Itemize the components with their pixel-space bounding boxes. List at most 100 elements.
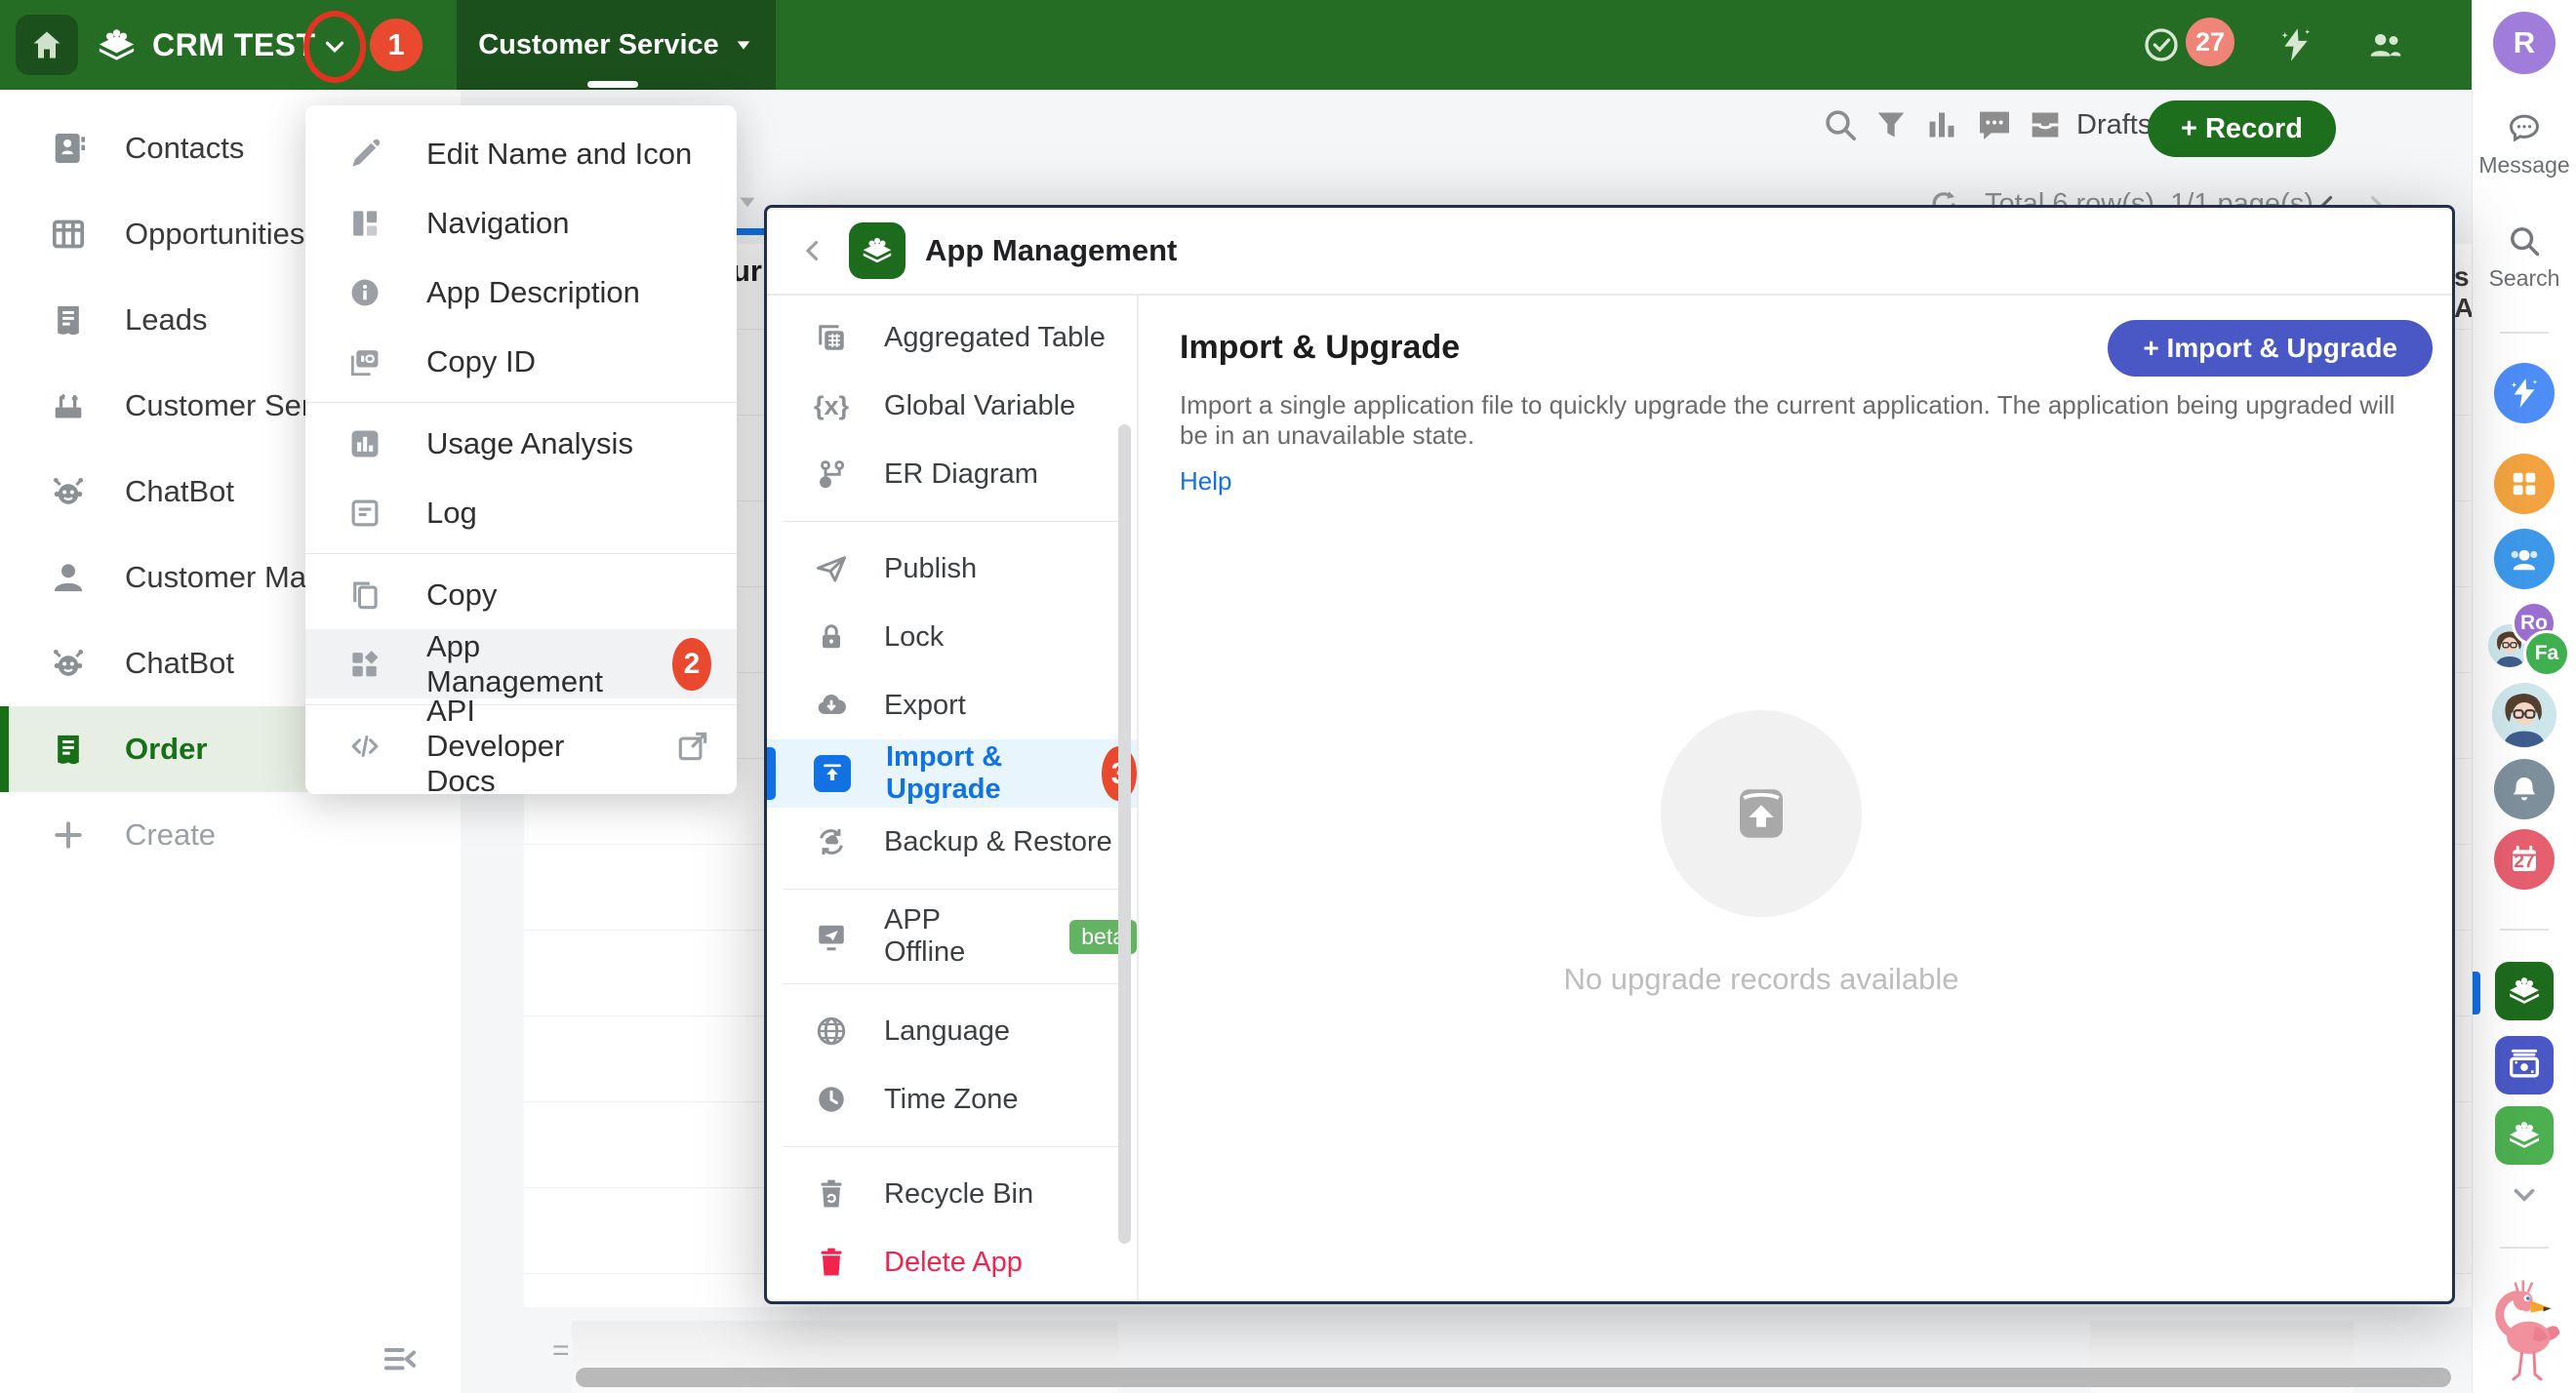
chevron-down-icon[interactable] xyxy=(320,32,349,61)
grid-table-icon xyxy=(49,215,88,254)
menu-item-label: Usage Analysis xyxy=(426,426,633,461)
nav-item-aggregated-table[interactable]: Aggregated Table xyxy=(767,303,1137,372)
nav-item-publish[interactable]: Publish xyxy=(767,535,1137,603)
comment-icon[interactable] xyxy=(1975,105,2014,144)
menu-item-app-management[interactable]: App Management 2 xyxy=(305,629,737,698)
sidebar-item-label: Contacts xyxy=(125,131,244,166)
modal-content: Import & Upgrade Import a single applica… xyxy=(1139,296,2452,1301)
id-card-icon xyxy=(346,343,383,380)
nav-divider xyxy=(783,521,1121,522)
menu-item-copy[interactable]: Copy xyxy=(305,560,737,629)
user-avatar[interactable]: R xyxy=(2493,12,2556,74)
nav-item-import-upgrade[interactable]: Import & Upgrade 3 xyxy=(767,739,1137,808)
app-name[interactable]: CRM TEST xyxy=(152,0,316,90)
rail-app-sparkle[interactable] xyxy=(2494,363,2555,423)
tasks-check-icon[interactable] xyxy=(2142,25,2181,64)
step-badge-1: 1 xyxy=(370,19,423,71)
sparkle-bolt-icon xyxy=(2507,376,2542,411)
rail-app-team[interactable] xyxy=(2494,529,2555,589)
recycle-bin-icon xyxy=(814,1176,849,1212)
layout-icon xyxy=(346,205,383,242)
nav-item-label: APP Offline xyxy=(884,904,1015,969)
search-icon xyxy=(2506,222,2543,259)
nav-divider xyxy=(783,983,1121,984)
robot-icon xyxy=(49,472,88,511)
menu-item-label: App Management xyxy=(426,629,604,699)
menu-item-api-developer-docs[interactable]: API Developer Docs xyxy=(305,711,737,780)
import-upgrade-button[interactable]: + Import & Upgrade xyxy=(2108,320,2433,377)
collapse-sidebar-icon[interactable] xyxy=(379,1340,422,1379)
rail-item-label: Message xyxy=(2478,152,2569,179)
back-chevron-icon[interactable] xyxy=(796,234,829,267)
nav-item-label: Import & Upgrade xyxy=(886,741,1037,806)
nav-item-er-diagram[interactable]: ER Diagram xyxy=(767,440,1137,508)
rail-divider xyxy=(2500,332,2549,334)
nav-item-time-zone[interactable]: Time Zone xyxy=(767,1065,1137,1134)
nav-item-backup-restore[interactable]: Backup & Restore xyxy=(767,808,1137,876)
menu-item-log[interactable]: Log xyxy=(305,478,737,547)
nav-item-language[interactable]: Language xyxy=(767,997,1137,1065)
rail-app-crm-dark[interactable] xyxy=(2495,962,2554,1020)
nav-item-app-offline[interactable]: APP Offline beta xyxy=(767,902,1137,971)
home-icon xyxy=(29,27,64,62)
modal-nav-scrollbar[interactable] xyxy=(1118,424,1131,1244)
nav-item-global-variable[interactable]: {x} Global Variable xyxy=(767,372,1137,440)
modal-app-logo xyxy=(849,222,906,279)
nav-item-lock[interactable]: Lock xyxy=(767,603,1137,671)
nav-item-label: Aggregated Table xyxy=(884,322,1106,354)
nav-item-recycle-bin[interactable]: Recycle Bin xyxy=(767,1160,1137,1228)
background-tab-underline xyxy=(735,228,764,235)
rail-app-grid[interactable] xyxy=(2494,454,2555,514)
sidebar-item-create[interactable]: Create xyxy=(0,792,461,878)
global-variable-icon: {x} xyxy=(814,388,849,423)
filter-icon[interactable] xyxy=(1872,105,1911,144)
sidebar-item-label: Order xyxy=(125,732,207,767)
menu-item-label: App Description xyxy=(426,275,640,310)
menu-item-navigation[interactable]: Navigation xyxy=(305,188,737,258)
sidebar-item-label: Create xyxy=(125,817,216,853)
clock-icon xyxy=(814,1082,849,1117)
menu-item-app-description[interactable]: App Description xyxy=(305,258,737,327)
help-link[interactable]: Help xyxy=(1180,466,1231,497)
add-record-button[interactable]: + Record xyxy=(2148,100,2336,157)
nav-item-label: Lock xyxy=(884,621,944,654)
contact-avatar[interactable] xyxy=(2492,683,2556,747)
more-apps-chevron-icon[interactable] xyxy=(2508,1178,2541,1212)
contact-book-icon xyxy=(49,129,88,168)
drafts-inbox-icon[interactable] xyxy=(2026,105,2065,144)
rail-calendar[interactable]: 27 xyxy=(2494,829,2555,890)
horizontal-scrollbar[interactable] xyxy=(576,1368,2451,1387)
chart-icon[interactable] xyxy=(1922,105,1961,144)
drafts-label[interactable]: Drafts xyxy=(2076,109,2152,141)
rail-app-finance[interactable] xyxy=(2495,1036,2554,1094)
active-app-indicator xyxy=(2473,972,2480,1015)
bell-icon xyxy=(2507,772,2542,807)
usage-chart-icon xyxy=(346,425,383,462)
rail-item-message[interactable]: Message xyxy=(2473,109,2576,179)
home-button[interactable] xyxy=(16,15,78,75)
menu-item-edit-name-icon[interactable]: Edit Name and Icon xyxy=(305,119,737,188)
menu-item-usage-analysis[interactable]: Usage Analysis xyxy=(305,409,737,478)
tab-customer-service[interactable]: Customer Service xyxy=(457,0,776,90)
modal-title: App Management xyxy=(925,233,1177,268)
notification-count-badge: 27 xyxy=(2186,18,2234,66)
contact-badge-fa: Fa xyxy=(2523,630,2570,677)
sparkle-bolt-icon[interactable] xyxy=(2276,25,2315,64)
rail-notifications[interactable] xyxy=(2494,759,2555,819)
modal-header: App Management xyxy=(767,208,2452,296)
users-icon[interactable] xyxy=(2366,25,2405,64)
nav-divider xyxy=(783,889,1121,890)
menu-item-copy-id[interactable]: Copy ID xyxy=(305,327,737,396)
nav-item-label: Time Zone xyxy=(884,1084,1019,1116)
rail-app-crm-light[interactable] xyxy=(2495,1106,2554,1165)
document-list-icon xyxy=(49,300,88,339)
search-icon[interactable] xyxy=(1821,105,1860,144)
er-diagram-icon xyxy=(814,457,849,492)
nav-item-delete-app[interactable]: Delete App xyxy=(767,1228,1137,1296)
flamingo-mascot[interactable] xyxy=(2486,1266,2564,1385)
rail-item-search[interactable]: Search xyxy=(2473,222,2576,292)
calendar-day: 27 xyxy=(2514,852,2534,873)
step-badge-2: 2 xyxy=(672,638,711,691)
nav-item-export[interactable]: Export xyxy=(767,671,1137,739)
rail-contact-cluster[interactable]: Ro Fa xyxy=(2486,601,2564,675)
